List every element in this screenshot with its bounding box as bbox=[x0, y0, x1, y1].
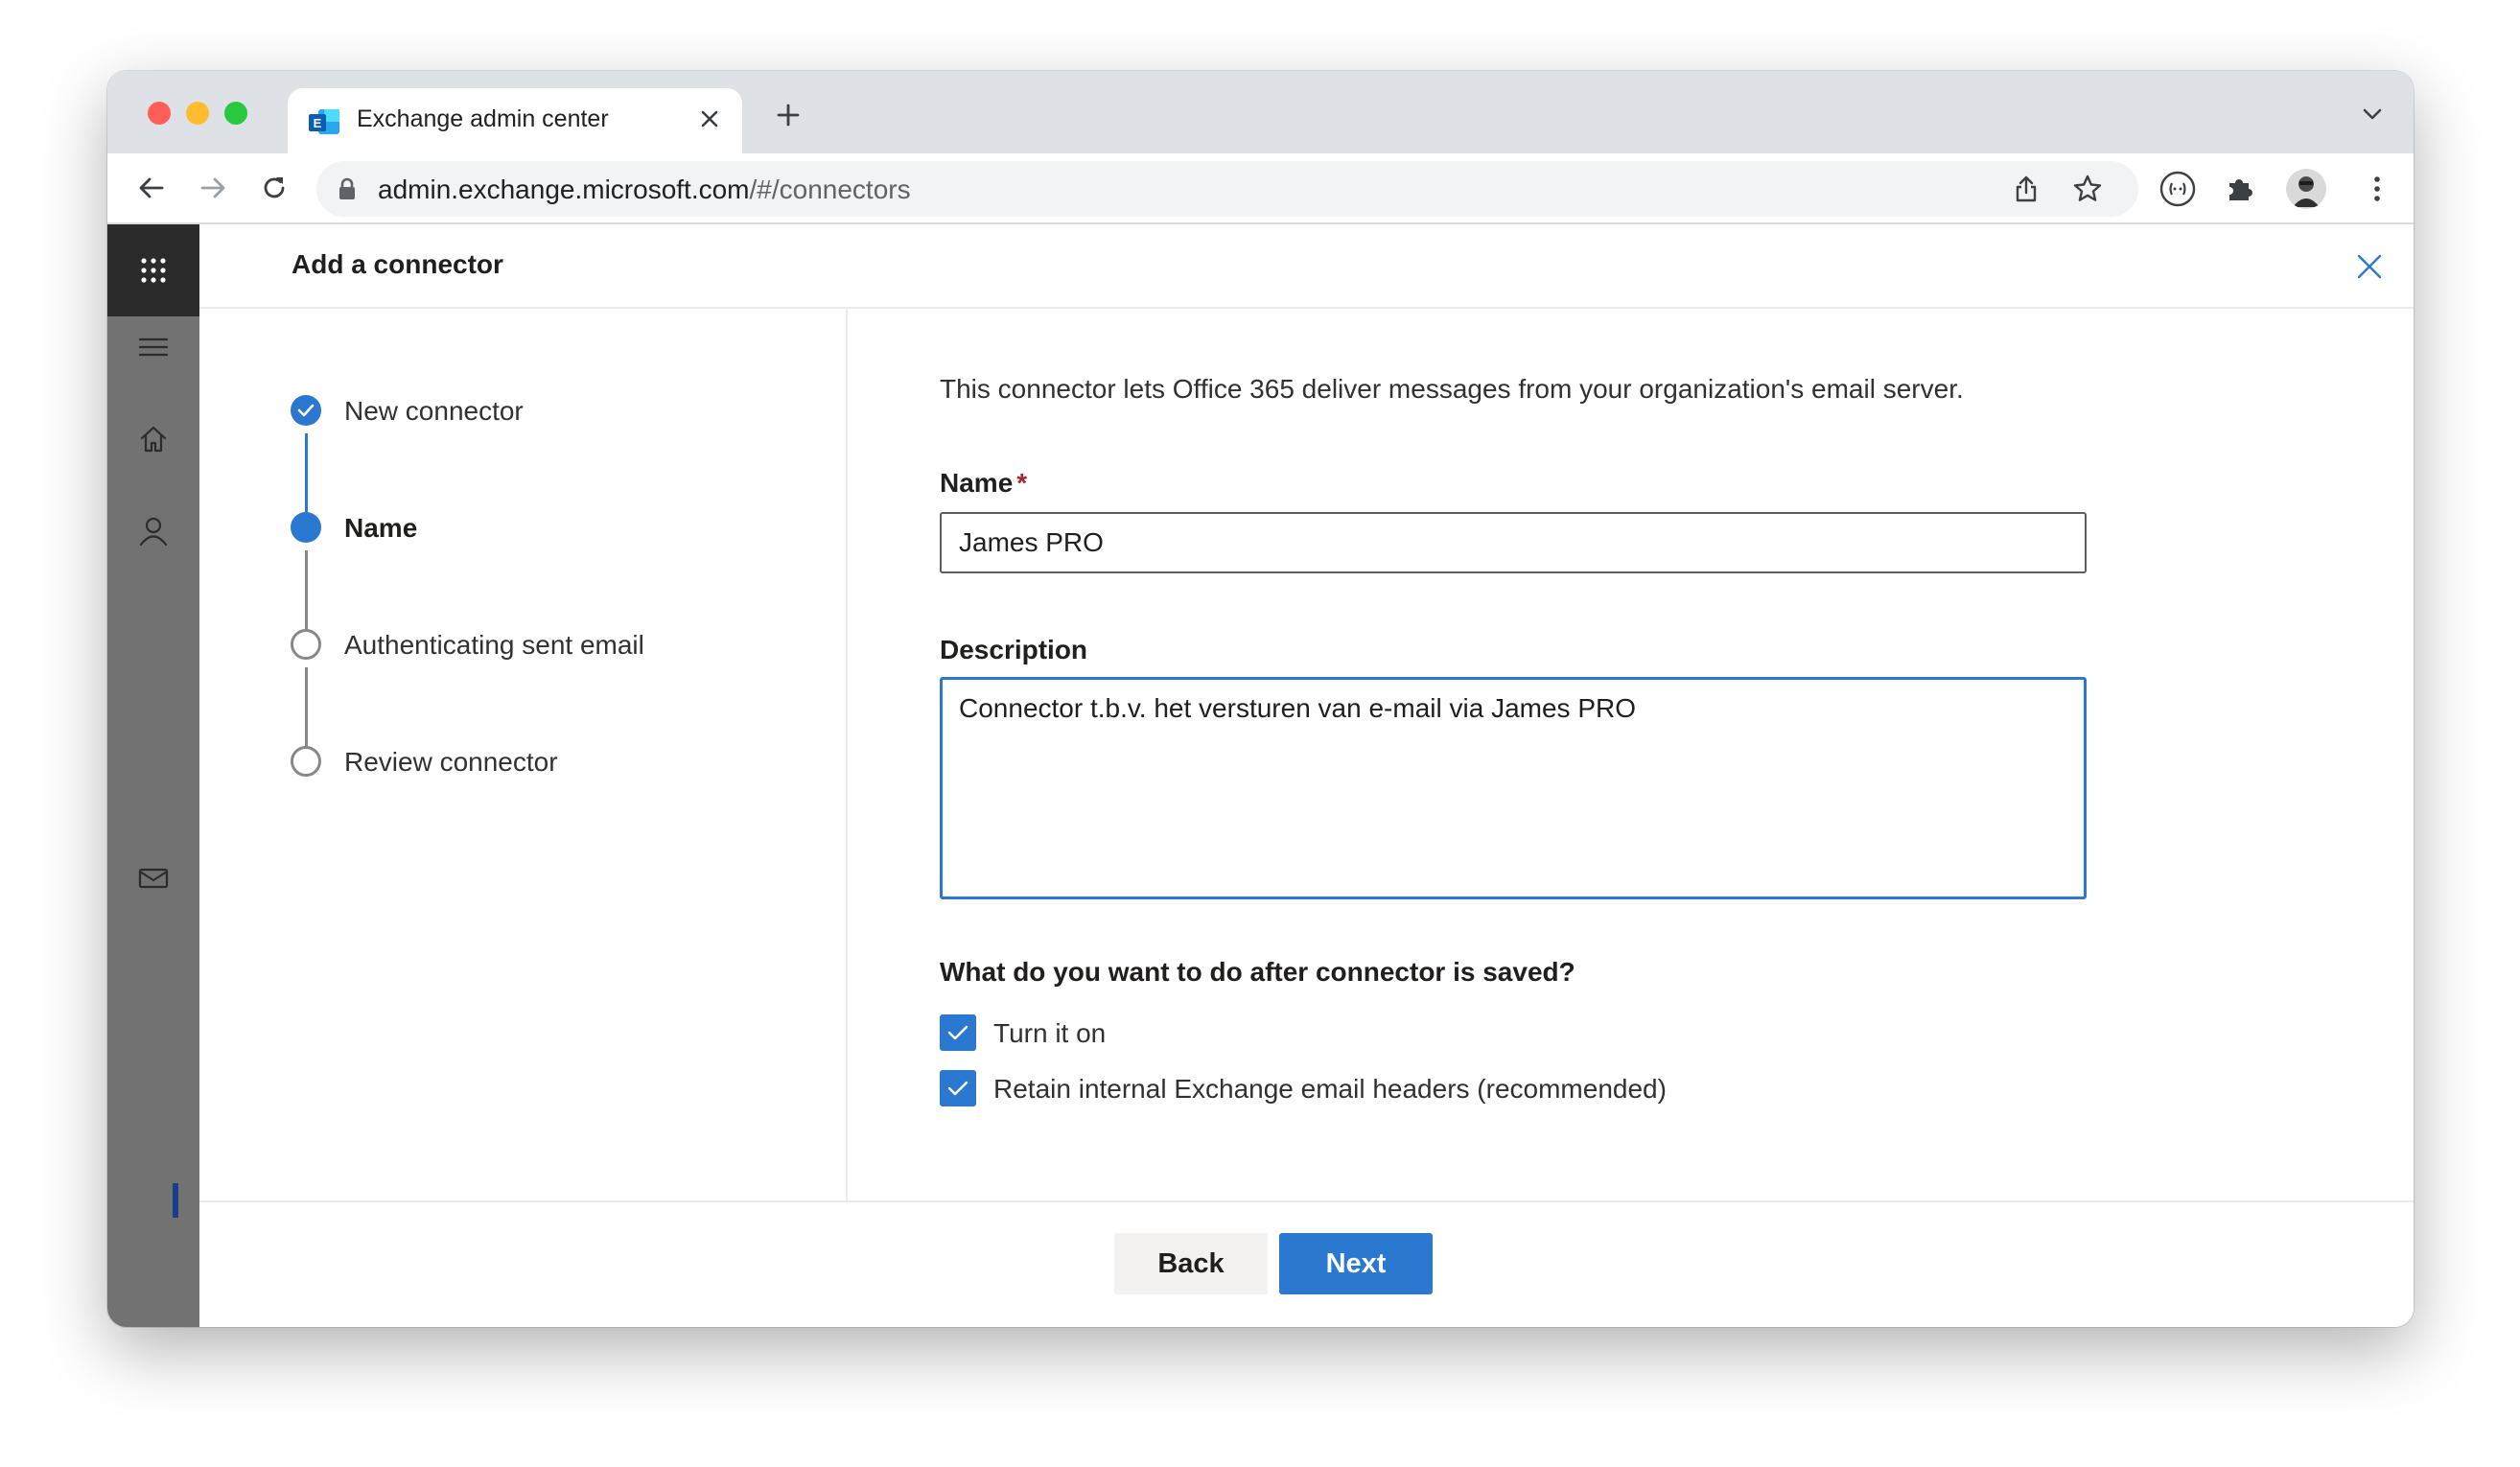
step-label: Review connector bbox=[344, 747, 558, 777]
step-connector-line bbox=[305, 550, 308, 633]
name-label-text: Name bbox=[940, 468, 1014, 498]
reload-icon[interactable] bbox=[255, 169, 293, 207]
name-input[interactable] bbox=[940, 512, 2087, 573]
url-host: admin.exchange.microsoft.com bbox=[378, 175, 750, 204]
checkbox-checked-icon[interactable] bbox=[940, 1014, 976, 1051]
hamburger-icon[interactable] bbox=[134, 328, 173, 366]
wizard-steps: New connector Name Authenticating sent e… bbox=[199, 309, 848, 1200]
svg-text:E: E bbox=[314, 116, 322, 130]
description-label: Description bbox=[940, 635, 1088, 664]
browser-toolbar: admin.exchange.microsoft.com/#/connector… bbox=[107, 153, 2414, 224]
share-icon[interactable] bbox=[2008, 171, 2044, 207]
step-connector-line bbox=[305, 433, 308, 516]
address-bar[interactable]: admin.exchange.microsoft.com/#/connector… bbox=[316, 161, 2138, 217]
tab-search-chevron-down-icon[interactable] bbox=[2358, 100, 2387, 128]
add-connector-panel: Add a connector New connector Name Authe… bbox=[199, 224, 2414, 1327]
close-panel-icon[interactable] bbox=[2350, 247, 2389, 286]
left-nav-rail bbox=[107, 224, 199, 1327]
step-label: Authenticating sent email bbox=[344, 630, 644, 660]
browser-window: E Exchange admin center admin.exchange.m… bbox=[107, 71, 2414, 1327]
mail-icon[interactable] bbox=[134, 859, 173, 897]
name-label: Name * bbox=[940, 468, 1027, 499]
exchange-admin-app: Add a connector New connector Name Authe… bbox=[107, 224, 2414, 1327]
extension-icon[interactable] bbox=[2156, 167, 2200, 211]
wizard-content: This connector lets Office 365 deliver m… bbox=[848, 309, 2414, 1200]
tab-strip: E Exchange admin center bbox=[107, 71, 2414, 153]
nav-selection-indicator bbox=[173, 1183, 178, 1218]
step-connector-line bbox=[305, 667, 308, 750]
tab-title: Exchange admin center bbox=[357, 105, 609, 132]
intro-text: This connector lets Office 365 deliver m… bbox=[940, 374, 1964, 404]
step-current-dot-icon bbox=[291, 512, 321, 543]
exchange-logo-icon: E bbox=[309, 107, 341, 136]
tab-close-icon[interactable] bbox=[692, 102, 727, 136]
waffle-icon[interactable] bbox=[107, 224, 199, 316]
panel-header: Add a connector bbox=[199, 224, 2414, 309]
panel-title: Add a connector bbox=[292, 249, 503, 279]
checkbox-label: Retain internal Exchange email headers (… bbox=[993, 1074, 1667, 1104]
after-save-question: What do you want to do after connector i… bbox=[940, 957, 1575, 987]
minimize-window-button[interactable] bbox=[186, 102, 209, 125]
step-label: New connector bbox=[344, 396, 524, 426]
tab-exchange-admin-center[interactable]: E Exchange admin center bbox=[288, 88, 742, 153]
forward-icon[interactable] bbox=[194, 169, 232, 207]
lock-icon[interactable] bbox=[336, 176, 359, 201]
wizard-footer: Back Next bbox=[199, 1200, 2414, 1327]
kebab-menu-icon[interactable] bbox=[2355, 167, 2399, 211]
new-tab-plus-icon[interactable] bbox=[769, 96, 807, 134]
url-text[interactable]: admin.exchange.microsoft.com/#/connector… bbox=[378, 175, 911, 205]
puzzle-icon[interactable] bbox=[2217, 167, 2261, 211]
url-path: /#/connectors bbox=[749, 175, 911, 204]
next-button[interactable]: Next bbox=[1279, 1233, 1433, 1294]
checkbox-checked-icon[interactable] bbox=[940, 1070, 976, 1106]
step-label: Name bbox=[344, 513, 418, 543]
person-icon[interactable] bbox=[134, 512, 173, 550]
description-textarea[interactable]: Connector t.b.v. het versturen van e-mai… bbox=[940, 677, 2087, 899]
required-marker: * bbox=[1016, 468, 1028, 498]
checkbox-label: Turn it on bbox=[993, 1018, 1107, 1048]
zoom-window-button[interactable] bbox=[224, 102, 247, 125]
back-button[interactable]: Back bbox=[1114, 1233, 1268, 1294]
star-icon[interactable] bbox=[2069, 171, 2106, 207]
back-icon[interactable] bbox=[132, 169, 171, 207]
close-window-button[interactable] bbox=[148, 102, 171, 125]
step-completed-check-icon bbox=[291, 395, 321, 426]
step-pending-circle-icon bbox=[291, 629, 321, 660]
step-pending-circle-icon bbox=[291, 746, 321, 777]
home-icon[interactable] bbox=[134, 420, 173, 458]
profile-avatar[interactable] bbox=[2286, 169, 2326, 209]
